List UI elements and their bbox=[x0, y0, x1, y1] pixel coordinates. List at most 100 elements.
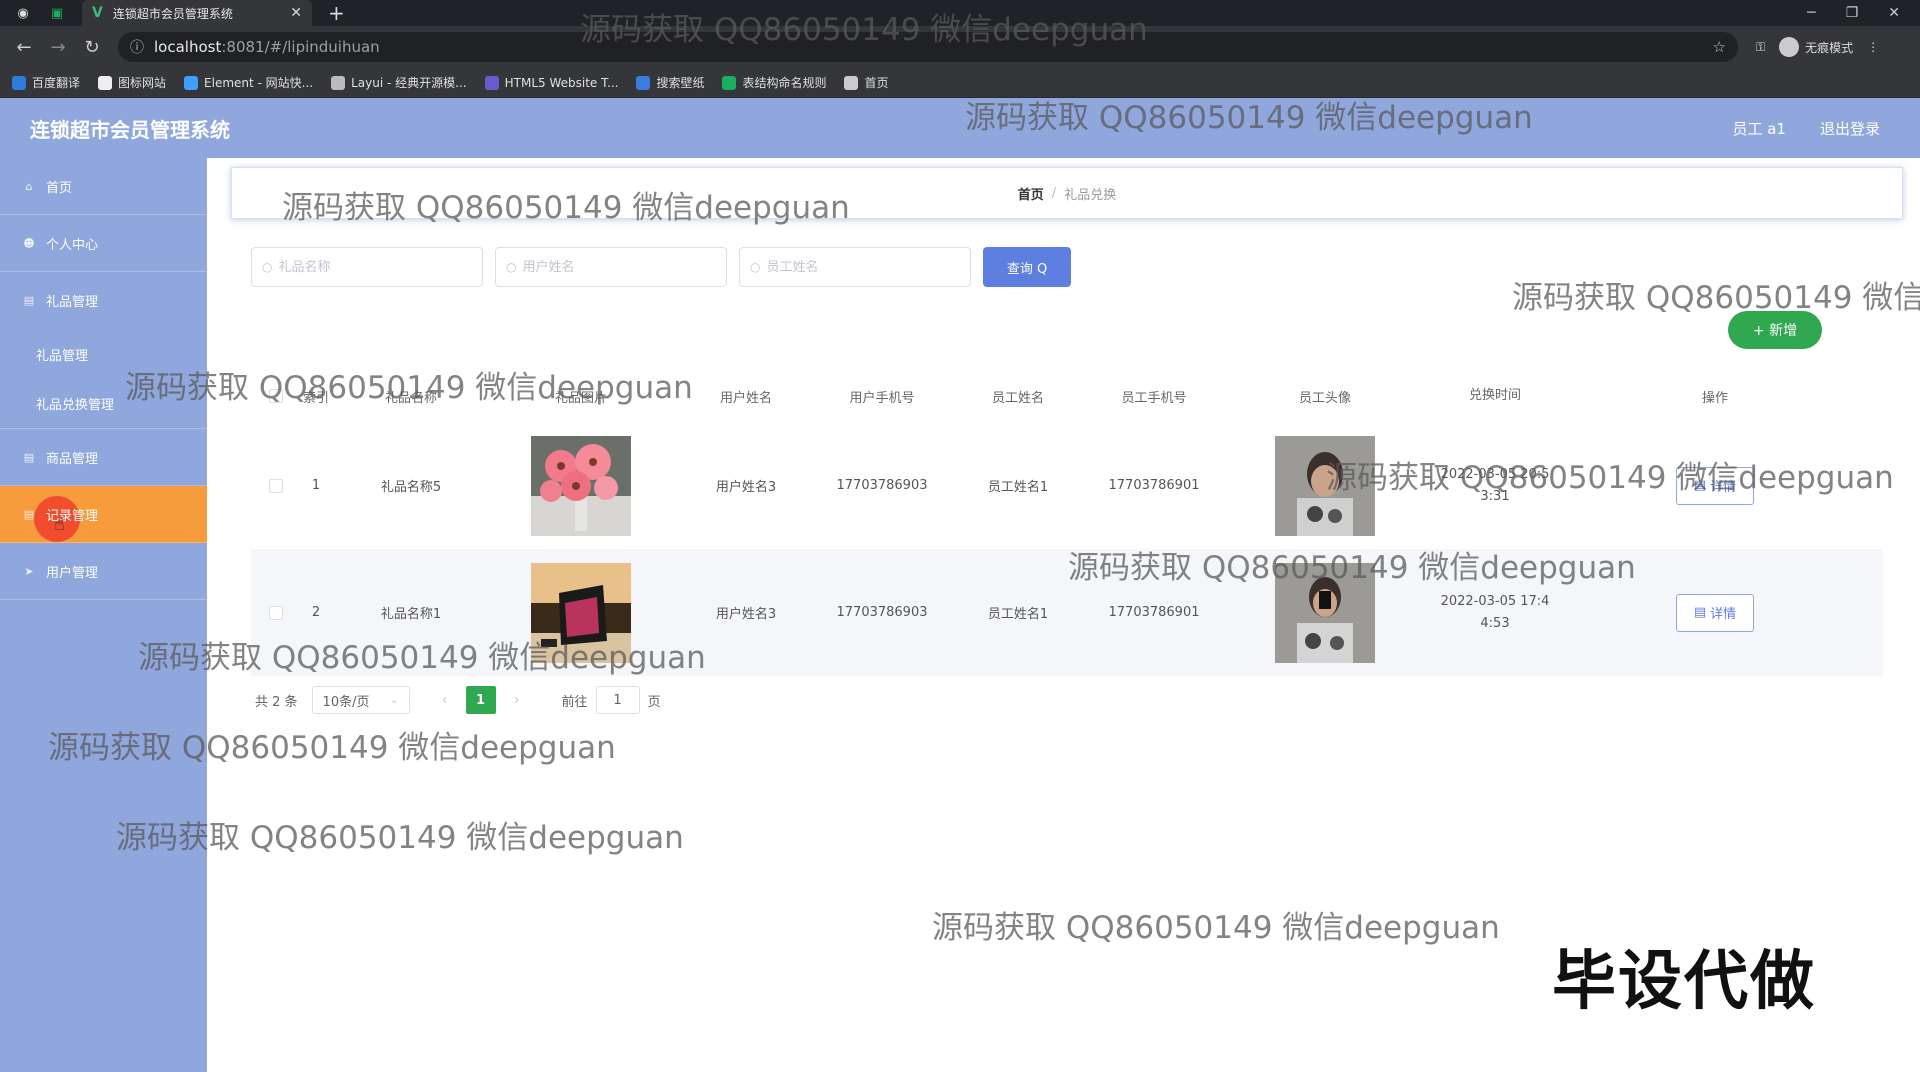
sidebar-subitem-gift[interactable]: 礼品管理 bbox=[0, 329, 207, 379]
row-index: 1 bbox=[311, 478, 321, 493]
box-icon: ▤ bbox=[23, 450, 35, 464]
page-number-current[interactable]: 1 bbox=[465, 686, 496, 714]
info-icon[interactable]: ⓘ bbox=[130, 37, 144, 57]
record-icon: ▤ bbox=[23, 507, 35, 521]
employee-name-input[interactable] bbox=[766, 259, 947, 275]
goto-page-input[interactable]: 1 bbox=[595, 686, 640, 714]
column-header: 用户姓名 bbox=[719, 390, 772, 406]
sidebar-item-gift-mgmt[interactable]: ▤ 礼品管理 bbox=[0, 272, 207, 329]
page-size-select[interactable]: 10条/页 ⌄ bbox=[311, 686, 410, 714]
corner-promo-text: 毕设代做 bbox=[1552, 945, 1816, 1019]
query-button[interactable]: 查询 Q bbox=[983, 247, 1071, 287]
page-size-value: 10条/页 bbox=[322, 694, 370, 710]
bookmark-item[interactable]: Element - 网站快... bbox=[184, 74, 313, 91]
current-user-label[interactable]: 员工 a1 bbox=[1732, 118, 1786, 139]
sidebar-item-profile[interactable]: ☻ 个人中心 bbox=[0, 215, 207, 272]
row-actions: ▤ 详情 bbox=[1555, 593, 1875, 632]
sidebar-item-label: 商品管理 bbox=[46, 451, 99, 467]
device-image bbox=[531, 562, 631, 663]
user-name-field[interactable]: ○ bbox=[495, 247, 727, 287]
close-tab-icon[interactable]: ✕ bbox=[290, 5, 302, 21]
bookmark-label: HTML5 Website T... bbox=[504, 75, 619, 90]
employee-avatar bbox=[1215, 562, 1435, 663]
employee-avatar bbox=[1215, 435, 1435, 536]
minimize-icon[interactable]: ─ bbox=[1807, 5, 1815, 21]
sidebar-item-label: 首页 bbox=[46, 180, 73, 196]
watermark: 源码获取 QQ86050149 微信deepguan bbox=[1512, 280, 1920, 316]
sidebar-item-users[interactable]: ➤ 用户管理 bbox=[0, 543, 207, 600]
total-count: 共 2 条 bbox=[255, 694, 298, 710]
table-row: 2 礼品名称1 用户姓名3 17703786903 员工姓名1 17703786… bbox=[251, 549, 1883, 676]
bookmark-item[interactable]: HTML5 Website T... bbox=[484, 75, 619, 90]
bookmark-item[interactable]: 表结构命名规则 bbox=[722, 74, 826, 91]
incognito-icon bbox=[1779, 37, 1800, 57]
bookmark-item[interactable]: 首页 bbox=[844, 74, 889, 91]
bookmark-item[interactable]: 搜索壁纸 bbox=[636, 74, 704, 91]
logout-link[interactable]: 退出登录 bbox=[1820, 118, 1880, 139]
add-button[interactable]: + 新增 bbox=[1728, 311, 1822, 349]
column-header: 员工手机号 bbox=[1121, 390, 1187, 406]
detail-button[interactable]: ▤ 详情 bbox=[1676, 466, 1754, 505]
sidebar-subitem-label: 礼品管理 bbox=[36, 348, 89, 364]
bookmark-favicon-icon bbox=[98, 75, 113, 90]
sidebar-item-home[interactable]: ⌂ 首页 bbox=[0, 158, 207, 215]
restore-icon[interactable]: ❐ bbox=[1846, 5, 1859, 21]
select-all-checkbox[interactable] bbox=[251, 389, 301, 403]
app-title: 连锁超市会员管理系统 bbox=[30, 117, 230, 142]
user-name-input[interactable] bbox=[522, 259, 703, 275]
employee-phone: 17703786901 bbox=[1108, 605, 1200, 620]
prev-page-icon[interactable]: ‹ bbox=[430, 686, 460, 714]
back-icon[interactable]: ← bbox=[14, 37, 34, 58]
pagination: 共 2 条 10条/页 ⌄ ‹ 1 › 前往 1 页 bbox=[255, 686, 661, 714]
bookmark-star-icon[interactable]: ☆ bbox=[1713, 38, 1726, 56]
exchange-time-line1: 2022-03-05 17:4 bbox=[1440, 593, 1550, 609]
hand-cursor-icon: ☝ bbox=[54, 514, 65, 535]
chrome-icon[interactable]: ◉ bbox=[12, 2, 34, 24]
tab-title: 连锁超市会员管理系统 bbox=[112, 6, 233, 21]
browser-tab-active[interactable]: V 连锁超市会员管理系统 ✕ bbox=[82, 0, 312, 26]
bookmark-favicon-icon bbox=[12, 75, 26, 90]
menu-dots-icon[interactable]: ⋮ bbox=[1867, 40, 1879, 54]
vue-logo-icon: V bbox=[92, 5, 103, 21]
row-checkbox[interactable] bbox=[251, 605, 301, 620]
detail-button[interactable]: ▤ 详情 bbox=[1676, 593, 1754, 632]
bookmark-label: 图标网站 bbox=[118, 76, 167, 90]
bookmark-favicon-icon bbox=[844, 75, 859, 90]
sidebar-item-goods[interactable]: ▤ 商品管理 bbox=[0, 429, 207, 486]
send-icon: ➤ bbox=[24, 564, 34, 578]
incognito-badge[interactable]: 无痕模式 bbox=[1779, 37, 1853, 57]
bookmark-label: 首页 bbox=[864, 76, 889, 90]
exchange-time: 2022-03-05 20:5 3:31 bbox=[1435, 464, 1555, 508]
employee-name-field[interactable]: ○ bbox=[739, 247, 971, 287]
gift-name-field[interactable]: ○ bbox=[251, 247, 483, 287]
gift-name: 礼品名称1 bbox=[380, 607, 442, 622]
bookmark-label: Layui - 经典开源模... bbox=[351, 76, 467, 90]
box-icon: ▤ bbox=[23, 294, 35, 307]
row-checkbox[interactable] bbox=[251, 478, 301, 493]
sidebar-item-records[interactable]: ▤ 记录管理 ☝ bbox=[0, 486, 207, 543]
sidebar: ⌂ 首页 ☻ 个人中心 ▤ 礼品管理 礼品管理 礼品兑换管理 ▤ 商品管理 ▤ … bbox=[0, 158, 207, 1072]
breadcrumb-home[interactable]: 首页 bbox=[1018, 184, 1044, 203]
pinned-tab-icon[interactable]: ▣ bbox=[46, 2, 68, 24]
row-index: 2 bbox=[311, 605, 321, 620]
sidebar-item-label: 礼品管理 bbox=[46, 295, 99, 310]
reload-icon[interactable]: ↻ bbox=[82, 37, 102, 58]
bookmark-favicon-icon bbox=[484, 75, 499, 90]
close-window-icon[interactable]: ✕ bbox=[1888, 5, 1900, 21]
next-page-icon[interactable]: › bbox=[502, 686, 532, 714]
bookmark-item[interactable]: 百度翻译 bbox=[12, 74, 80, 91]
url-input[interactable]: ⓘ localhost:8081/#/lipinduihuan ☆ bbox=[118, 32, 1738, 62]
window-controls: ─ ❐ ✕ bbox=[1807, 5, 1920, 21]
bookmark-item[interactable]: 图标网站 bbox=[98, 74, 166, 91]
forward-icon[interactable]: → bbox=[48, 37, 68, 58]
incognito-label: 无痕模式 bbox=[1805, 40, 1854, 55]
page-unit-label: 页 bbox=[647, 694, 661, 710]
sidebar-subitem-gift-exchange[interactable]: 礼品兑换管理 bbox=[0, 379, 207, 429]
chevron-down-icon: ⌄ bbox=[390, 694, 399, 706]
bookmark-item[interactable]: Layui - 经典开源模... bbox=[331, 74, 467, 91]
gift-image bbox=[491, 562, 671, 663]
key-icon[interactable]: ⚿ bbox=[1756, 40, 1765, 55]
document-icon: ▤ bbox=[1693, 478, 1707, 493]
new-tab-icon[interactable]: + bbox=[328, 1, 345, 25]
gift-name-input[interactable] bbox=[278, 259, 459, 275]
